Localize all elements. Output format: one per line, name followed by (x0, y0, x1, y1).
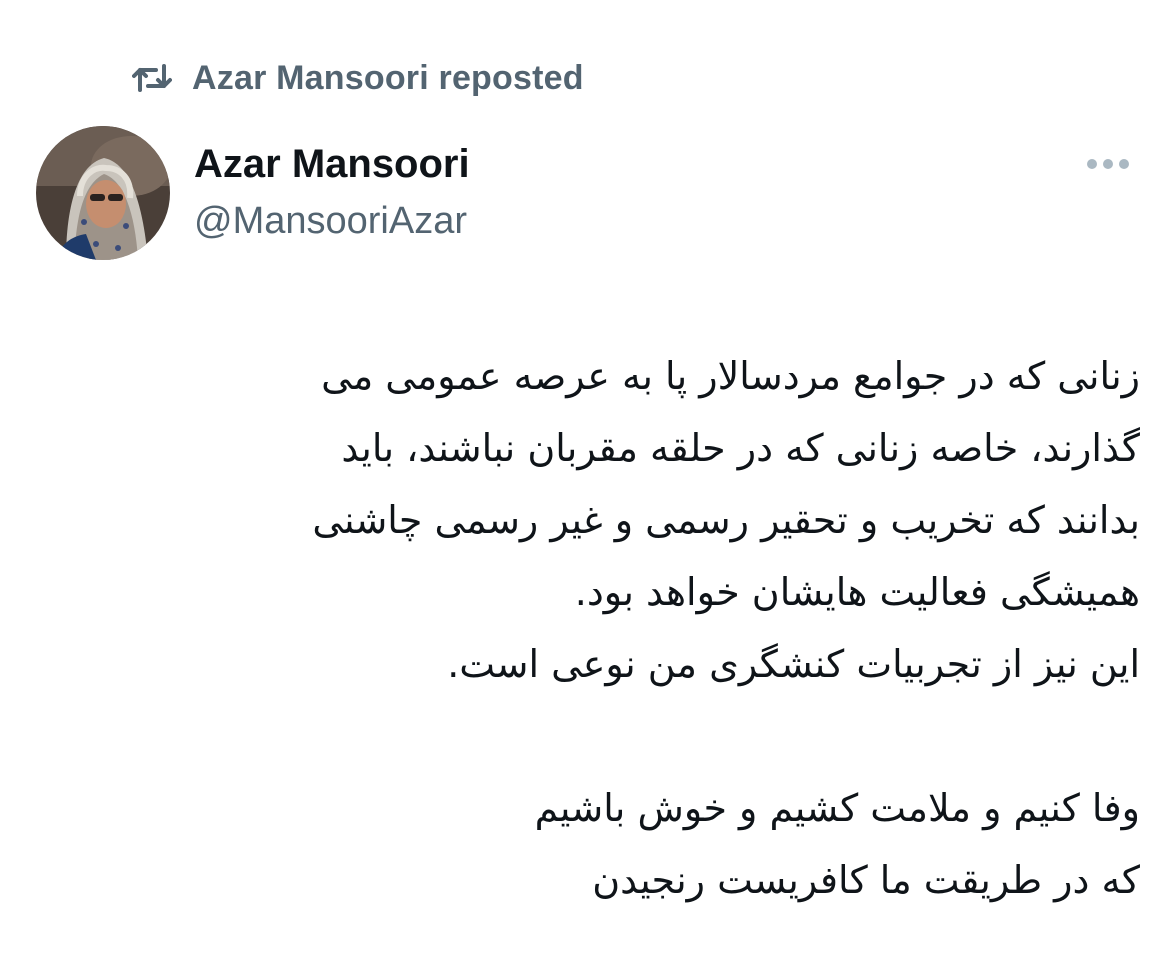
author-handle[interactable]: @MansooriAzar (194, 200, 467, 243)
tweet-line: همیشگی فعالیت هایشان خواهد بود. (574, 570, 1140, 614)
repost-icon (132, 58, 172, 98)
more-options-button[interactable] (1076, 144, 1140, 188)
repost-context[interactable]: Azar Mansoori reposted (132, 56, 584, 100)
tweet-line: که در طریقت ما کافریست رنجیدن (592, 858, 1140, 902)
tweet-card: Azar Mansoori reposted Azar Mansoori @Ma… (0, 0, 1170, 967)
tweet-line: وفا کنیم و ملامت کشیم و خوش باشیم (534, 786, 1140, 830)
more-horizontal-icon (1086, 157, 1130, 175)
author-name[interactable]: Azar Mansoori (194, 142, 470, 187)
tweet-line: زنانی که در جوامع مردسالار پا به عرصه عم… (321, 354, 1140, 398)
tweet-line: این نیز از تجربیات کنشگری من نوعی است. (447, 642, 1140, 686)
avatar[interactable] (36, 126, 170, 260)
repost-label: Azar Mansoori reposted (192, 58, 584, 97)
tweet-line: بدانند که تخریب و تحقیر رسمی و غیر رسمی … (312, 498, 1140, 542)
tweet-text: زنانی که در جوامع مردسالار پا به عرصه عم… (110, 340, 1140, 916)
tweet-line: گذارند، خاصه زنانی که در حلقه مقربان نبا… (341, 426, 1140, 470)
